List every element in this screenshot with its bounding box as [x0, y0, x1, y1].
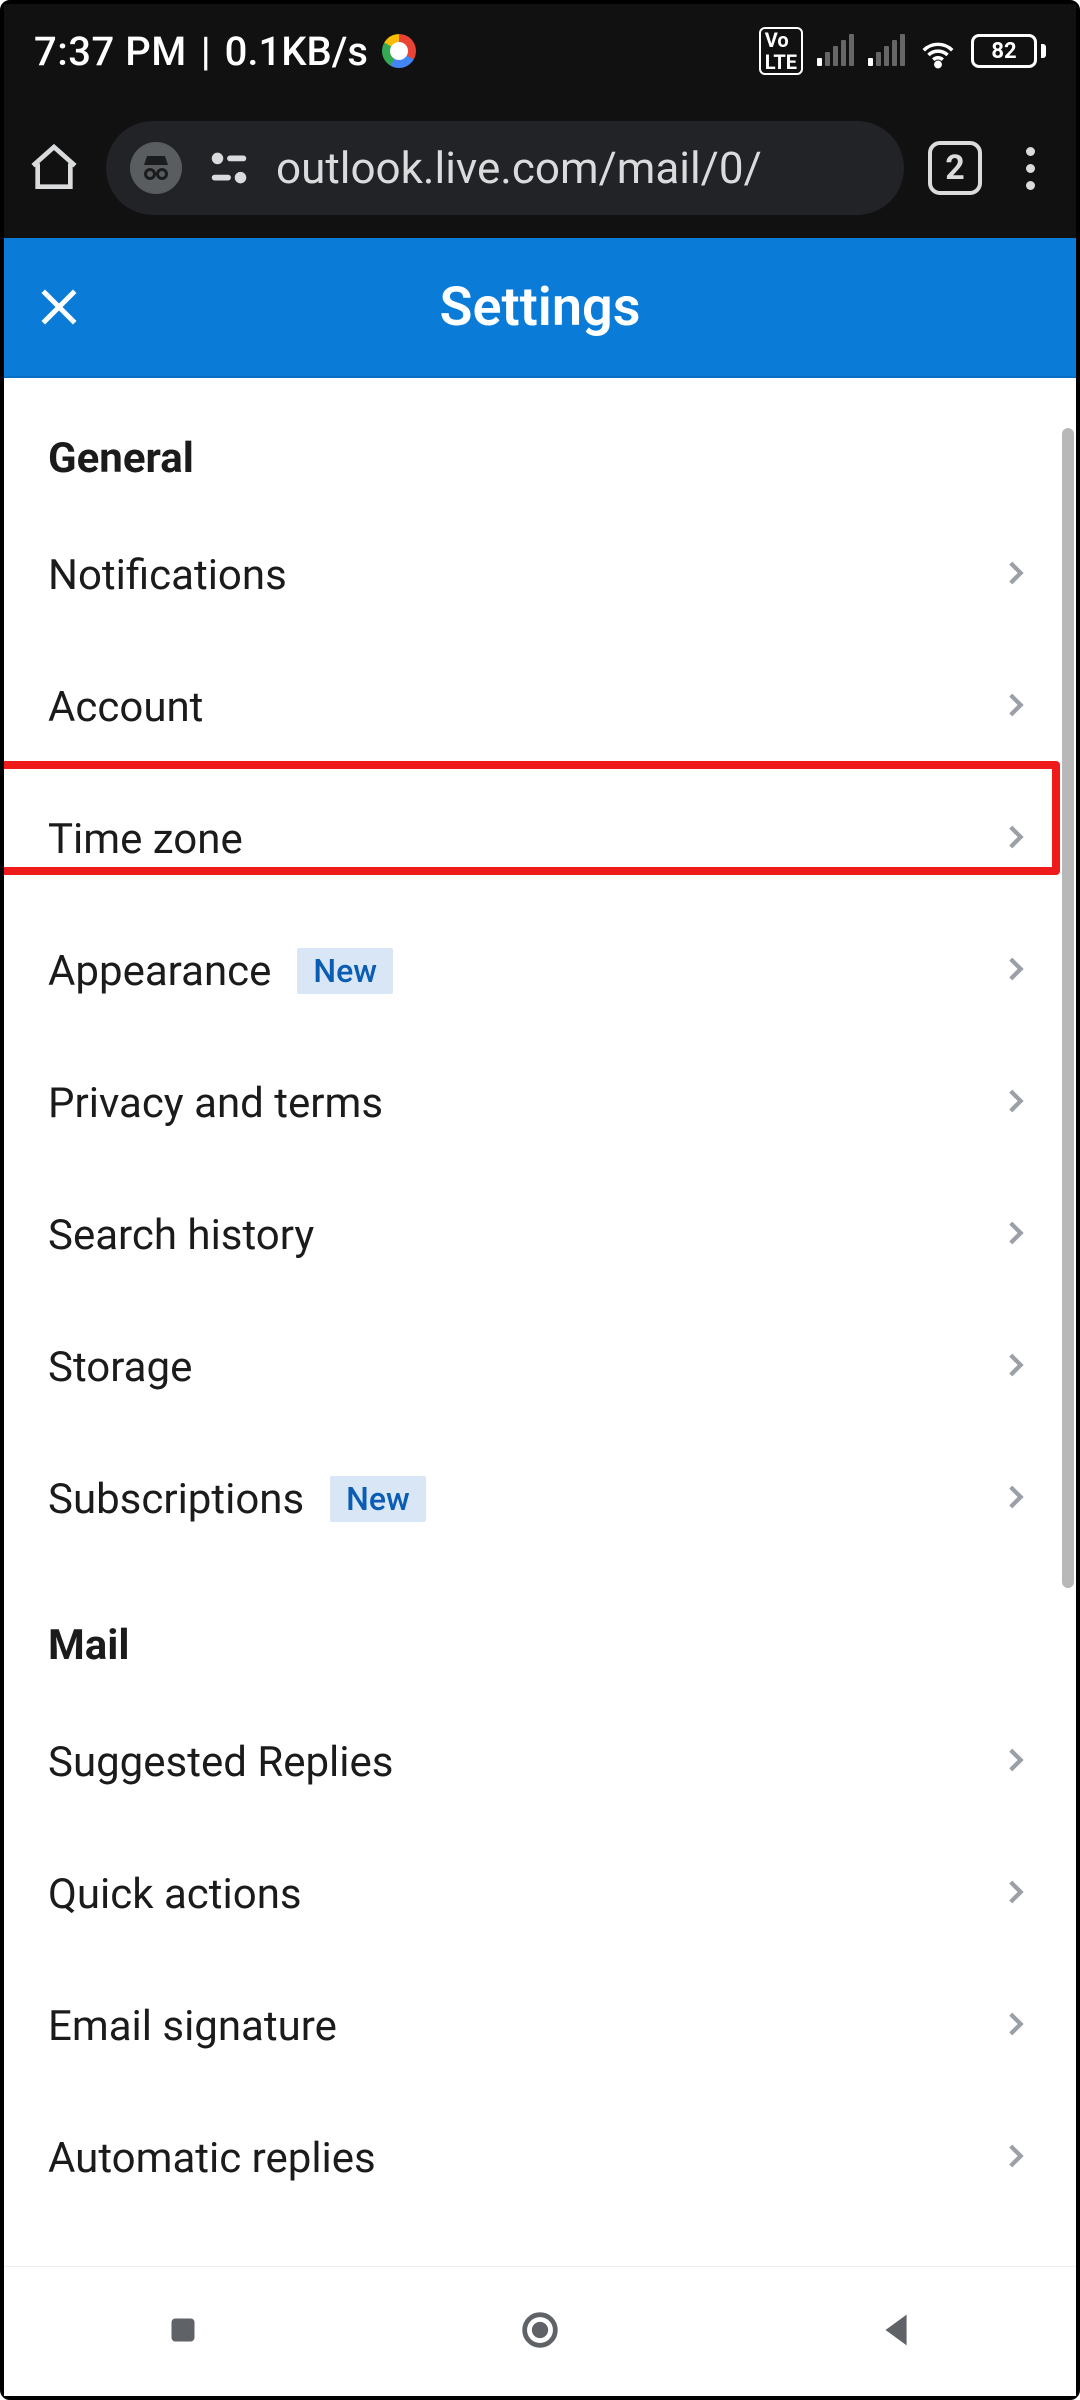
chevron-right-icon [998, 2007, 1032, 2045]
row-label: Suggested Replies [48, 1738, 393, 1787]
signal-2-icon [868, 36, 905, 66]
close-button[interactable] [4, 238, 114, 376]
row-subscriptions[interactable]: Subscriptions New [4, 1433, 1076, 1565]
url-text: outlook.live.com/mail/0/ [276, 142, 762, 194]
row-appearance[interactable]: Appearance New [4, 905, 1076, 1037]
chevron-right-icon [998, 1743, 1032, 1781]
chevron-right-icon [998, 556, 1032, 594]
new-badge: New [330, 1476, 426, 1522]
new-badge: New [297, 948, 393, 994]
section-title-general: General [4, 378, 1076, 509]
chevron-right-icon [998, 1875, 1032, 1913]
section-title-mail: Mail [4, 1565, 1076, 1696]
row-automatic-replies[interactable]: Automatic replies [4, 2092, 1076, 2224]
volte-icon: VoLTE [759, 27, 803, 75]
row-label: Email signature [48, 2002, 337, 2051]
nav-home-button[interactable] [517, 2307, 563, 2357]
row-privacy-and-terms[interactable]: Privacy and terms [4, 1037, 1076, 1169]
chevron-right-icon [998, 1216, 1032, 1254]
signal-1-icon [817, 36, 854, 66]
row-label: Quick actions [48, 1870, 302, 1919]
row-email-signature[interactable]: Email signature [4, 1960, 1076, 2092]
incognito-icon [130, 142, 182, 194]
nav-back-button[interactable] [874, 2307, 920, 2357]
chevron-right-icon [998, 1084, 1032, 1122]
settings-list[interactable]: General Notifications Account Time zone … [4, 378, 1076, 2266]
battery-icon: 82 [971, 34, 1046, 68]
android-nav-bar [4, 2266, 1076, 2396]
battery-level: 82 [991, 39, 1016, 64]
tab-count: 2 [945, 148, 965, 188]
row-account[interactable]: Account [4, 641, 1076, 773]
browser-toolbar: outlook.live.com/mail/0/ 2 [4, 98, 1076, 238]
row-label: Subscriptions [48, 1475, 304, 1524]
row-notifications[interactable]: Notifications [4, 509, 1076, 641]
tab-switcher-button[interactable]: 2 [928, 141, 982, 195]
row-label: Time zone [48, 815, 243, 864]
browser-menu-button[interactable] [1006, 147, 1054, 190]
home-button[interactable] [26, 140, 82, 196]
row-search-history[interactable]: Search history [4, 1169, 1076, 1301]
chevron-right-icon [998, 820, 1032, 858]
page-title: Settings [4, 276, 1076, 339]
row-label: Storage [48, 1343, 192, 1392]
row-time-zone[interactable]: Time zone [4, 773, 1076, 905]
chevron-right-icon [998, 1348, 1032, 1386]
scroll-indicator [1062, 428, 1074, 1588]
wifi-icon [919, 36, 957, 66]
chrome-icon [382, 34, 416, 68]
device-frame: 7:37 PM | 0.1KB/s VoLTE 82 [0, 0, 1080, 2400]
chevron-right-icon [998, 2139, 1032, 2177]
row-quick-actions[interactable]: Quick actions [4, 1828, 1076, 1960]
row-label: Appearance [48, 947, 271, 996]
chevron-right-icon [998, 952, 1032, 990]
row-label: Notifications [48, 551, 287, 600]
status-network-speed: 0.1KB/s [225, 28, 368, 75]
row-label: Privacy and terms [48, 1079, 383, 1128]
status-separator: | [201, 28, 211, 75]
status-time: 7:37 PM [34, 28, 187, 75]
settings-header: Settings [4, 238, 1076, 378]
row-suggested-replies[interactable]: Suggested Replies [4, 1696, 1076, 1828]
row-storage[interactable]: Storage [4, 1301, 1076, 1433]
status-bar: 7:37 PM | 0.1KB/s VoLTE 82 [4, 4, 1076, 98]
site-settings-icon[interactable] [206, 145, 252, 191]
row-label: Search history [48, 1211, 314, 1260]
chevron-right-icon [998, 688, 1032, 726]
address-bar[interactable]: outlook.live.com/mail/0/ [106, 121, 904, 215]
row-label: Automatic replies [48, 2134, 376, 2183]
chevron-right-icon [998, 1480, 1032, 1518]
row-label: Account [48, 683, 203, 732]
nav-recents-button[interactable] [160, 2307, 206, 2357]
